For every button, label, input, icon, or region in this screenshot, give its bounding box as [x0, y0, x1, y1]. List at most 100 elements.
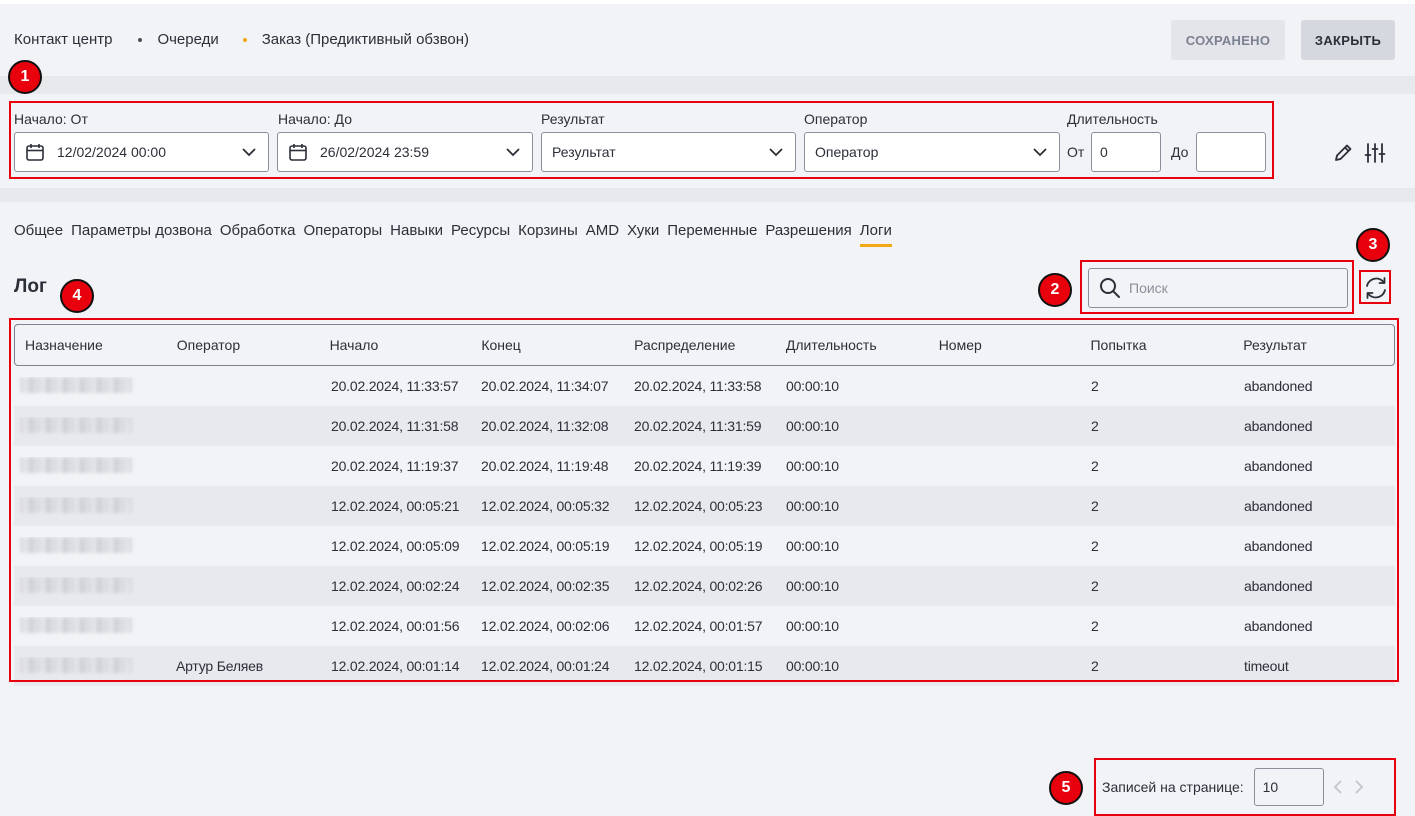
operator-select[interactable]: Оператор: [804, 132, 1060, 172]
close-button[interactable]: ЗАКРЫТЬ: [1301, 20, 1395, 60]
breadcrumb-item-queues[interactable]: Очереди: [157, 31, 218, 48]
breadcrumb: Контакт центр Очереди Заказ (Предиктивны…: [14, 31, 469, 48]
column-header-distribution[interactable]: Распределение: [624, 337, 776, 353]
tab-baskets[interactable]: Корзины: [518, 222, 578, 247]
result-cell: abandoned: [1244, 458, 1313, 474]
tab-processing[interactable]: Обработка: [220, 222, 296, 247]
attempt-cell: 2: [1091, 418, 1099, 434]
saved-button[interactable]: СОХРАНЕНО: [1171, 20, 1285, 60]
annotation-badge: 5: [1049, 771, 1083, 805]
tab-logs[interactable]: Логи: [859, 222, 892, 247]
attempt-cell: 2: [1091, 578, 1099, 594]
result-select[interactable]: Результат: [541, 132, 796, 172]
tab-amd[interactable]: AMD: [586, 222, 619, 247]
end-cell: 12.02.2024, 00:01:24: [481, 658, 610, 674]
column-header-result[interactable]: Результат: [1233, 337, 1394, 353]
tab-hooks[interactable]: Хуки: [627, 222, 659, 247]
sliders-icon[interactable]: [1362, 140, 1388, 166]
chevron-down-icon: [769, 144, 785, 160]
tab-operators[interactable]: Операторы: [303, 222, 382, 247]
distribution-cell: 12.02.2024, 00:02:26: [634, 578, 763, 594]
tab-general[interactable]: Общее: [14, 222, 63, 247]
table-row[interactable]: 12.02.2024, 00:05:21 12.02.2024, 00:05:3…: [14, 486, 1395, 526]
table-row[interactable]: 12.02.2024, 00:02:24 12.02.2024, 00:02:3…: [14, 566, 1395, 606]
duration-cell: 00:00:10: [786, 418, 839, 434]
distribution-cell: 20.02.2024, 11:19:39: [634, 458, 762, 474]
duration-to-label: До: [1171, 144, 1189, 160]
duration-cell: 00:00:10: [786, 458, 839, 474]
duration-to-input[interactable]: [1196, 132, 1266, 172]
result-cell: abandoned: [1244, 418, 1313, 434]
attempt-cell: 2: [1091, 538, 1099, 554]
distribution-cell: 12.02.2024, 00:01:57: [634, 618, 763, 634]
duration-cell: 00:00:10: [786, 378, 839, 394]
destination-cell: [14, 416, 166, 436]
annotation-badge: 2: [1038, 273, 1072, 307]
tab-skills[interactable]: Навыки: [390, 222, 443, 247]
duration-label: Длительность: [1067, 111, 1158, 127]
table-row[interactable]: 12.02.2024, 00:05:09 12.02.2024, 00:05:1…: [14, 526, 1395, 566]
distribution-cell: 12.02.2024, 00:05:23: [634, 498, 763, 514]
refresh-icon[interactable]: [1362, 274, 1390, 302]
tab-dial-params[interactable]: Параметры дозвона: [71, 222, 212, 247]
table-row[interactable]: 20.02.2024, 11:19:37 20.02.2024, 11:19:4…: [14, 446, 1395, 486]
attempt-cell: 2: [1091, 378, 1099, 394]
column-header-number[interactable]: Номер: [929, 337, 1081, 353]
start-cell: 12.02.2024, 00:02:24: [331, 578, 460, 594]
pencil-icon[interactable]: [1330, 140, 1356, 166]
breadcrumb-separator: [138, 37, 143, 42]
tab-variables[interactable]: Переменные: [667, 222, 757, 247]
destination-cell: [14, 616, 166, 636]
search-box[interactable]: [1088, 268, 1348, 308]
table-row[interactable]: 20.02.2024, 11:33:57 20.02.2024, 11:34:0…: [14, 366, 1395, 406]
distribution-cell: 20.02.2024, 11:31:59: [634, 418, 762, 434]
blurred-destination: [20, 416, 132, 433]
start-cell: 12.02.2024, 00:01:14: [331, 658, 460, 674]
duration-cell: 00:00:10: [786, 618, 839, 634]
search-input[interactable]: [1129, 280, 1329, 296]
destination-cell: [14, 536, 166, 556]
start-from-picker[interactable]: 12/02/2024 00:00: [14, 132, 269, 172]
destination-cell: [14, 456, 166, 476]
blurred-destination: [20, 616, 132, 633]
tab-resources[interactable]: Ресурсы: [451, 222, 510, 247]
distribution-cell: 12.02.2024, 00:05:19: [634, 538, 763, 554]
chevron-right-icon[interactable]: [1352, 779, 1368, 795]
calendar-icon: [25, 141, 47, 163]
operator-select-value: Оператор: [815, 144, 879, 160]
page-size-input[interactable]: [1253, 768, 1324, 806]
table-row[interactable]: 20.02.2024, 11:31:58 20.02.2024, 11:32:0…: [14, 406, 1395, 446]
start-cell: 12.02.2024, 00:01:56: [331, 618, 460, 634]
breadcrumb-item-contact-center[interactable]: Контакт центр: [14, 31, 112, 48]
attempt-cell: 2: [1091, 498, 1099, 514]
separator: [0, 188, 1415, 202]
table-row[interactable]: Артур Беляев 12.02.2024, 00:01:14 12.02.…: [14, 646, 1395, 686]
end-cell: 12.02.2024, 00:02:06: [481, 618, 610, 634]
duration-from-input[interactable]: [1091, 132, 1161, 172]
tab-permissions[interactable]: Разрешения: [765, 222, 851, 247]
operator-cell: Артур Беляев: [176, 658, 263, 674]
end-cell: 12.02.2024, 00:05:32: [481, 498, 610, 514]
attempt-cell: 2: [1091, 658, 1099, 674]
chevron-down-icon: [242, 144, 258, 160]
column-header-attempt[interactable]: Попытка: [1080, 337, 1233, 353]
end-cell: 12.02.2024, 00:02:35: [481, 578, 610, 594]
duration-cell: 00:00:10: [786, 538, 839, 554]
column-header-start[interactable]: Начало: [320, 337, 472, 353]
start-cell: 20.02.2024, 11:31:58: [331, 418, 459, 434]
duration-from-label: От: [1067, 144, 1085, 160]
blurred-destination: [20, 456, 132, 473]
end-cell: 20.02.2024, 11:19:48: [481, 458, 609, 474]
column-header-destination[interactable]: Назначение: [15, 337, 167, 353]
blurred-destination: [20, 656, 132, 673]
column-header-operator[interactable]: Оператор: [167, 337, 320, 353]
column-header-end[interactable]: Конец: [471, 337, 624, 353]
result-cell: abandoned: [1244, 378, 1313, 394]
chevron-left-icon[interactable]: [1330, 779, 1346, 795]
destination-cell: [14, 376, 166, 396]
table-row[interactable]: 12.02.2024, 00:01:56 12.02.2024, 00:02:0…: [14, 606, 1395, 646]
column-header-duration[interactable]: Длительность: [776, 337, 929, 353]
start-to-picker[interactable]: 26/02/2024 23:59: [277, 132, 533, 172]
search-icon: [1099, 277, 1121, 299]
start-to-value: 26/02/2024 23:59: [320, 144, 429, 160]
